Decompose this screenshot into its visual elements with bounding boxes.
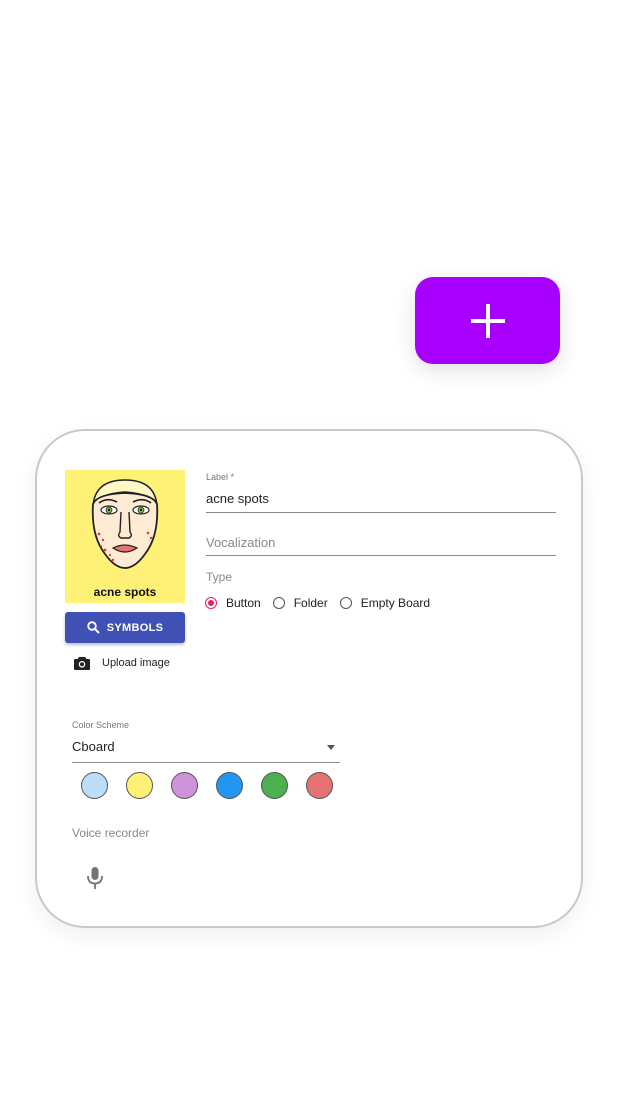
tile-label: acne spots: [93, 585, 157, 599]
color-swatch[interactable]: [306, 772, 333, 799]
type-option-label: Empty Board: [360, 596, 431, 610]
color-swatch[interactable]: [81, 772, 108, 799]
color-scheme-select[interactable]: Cboard: [72, 738, 340, 763]
symbols-button[interactable]: SYMBOLS: [65, 612, 185, 643]
vocalization-input[interactable]: Vocalization: [206, 535, 275, 550]
add-button[interactable]: [415, 277, 560, 364]
plus-icon: [470, 303, 505, 338]
search-icon: [87, 621, 100, 634]
radio-unchecked-icon: [272, 597, 285, 609]
type-radio-folder[interactable]: Folder: [272, 596, 328, 610]
type-radio-button[interactable]: Button: [205, 596, 261, 610]
color-scheme-label: Color Scheme: [72, 720, 130, 730]
record-button[interactable]: [86, 866, 104, 895]
type-radio-group: Button Folder Empty Board: [205, 596, 442, 610]
label-input[interactable]: acne spots: [206, 491, 269, 506]
color-swatch[interactable]: [261, 772, 288, 799]
color-swatches: [81, 772, 333, 799]
upload-image-button[interactable]: Upload image: [74, 656, 170, 670]
type-label: Type: [206, 570, 233, 584]
color-swatch[interactable]: [216, 772, 243, 799]
radio-unchecked-icon: [339, 597, 352, 609]
vocalization-underline: [206, 555, 556, 556]
face-with-acne-symbol: [91, 479, 159, 569]
type-radio-empty-board[interactable]: Empty Board: [339, 596, 431, 610]
voice-recorder-label: Voice recorder: [72, 826, 150, 840]
microphone-icon: [87, 867, 103, 889]
symbols-button-label: SYMBOLS: [106, 621, 164, 634]
page: acne spots SYMBOLS Upload image Label * …: [0, 0, 621, 1120]
label-field-label: Label *: [206, 472, 235, 482]
type-option-label: Folder: [293, 596, 328, 610]
camera-icon: [74, 657, 90, 670]
type-option-label: Button: [226, 596, 261, 610]
radio-checked-icon: [205, 597, 217, 609]
label-underline: [206, 512, 556, 513]
color-swatch[interactable]: [126, 772, 153, 799]
color-swatch[interactable]: [171, 772, 198, 799]
upload-image-label: Upload image: [102, 657, 170, 669]
caret-down-icon: [327, 745, 335, 750]
color-scheme-value: Cboard: [72, 739, 115, 754]
tile-preview: acne spots: [65, 470, 185, 603]
